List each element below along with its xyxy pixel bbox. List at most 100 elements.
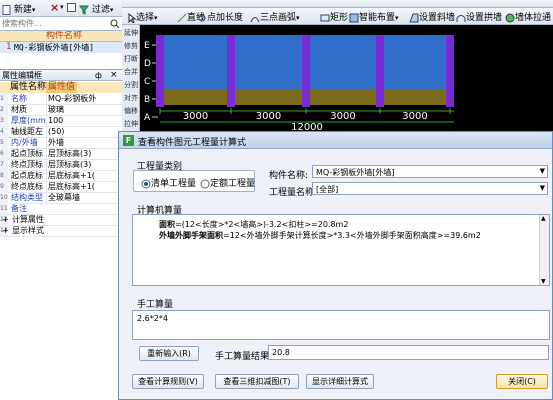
side-tools: 延伸修剪打断合并分割对齐偏移拉伸 <box>122 25 140 131</box>
property-row-number: 9 <box>0 181 8 192</box>
property-row-number: 10 <box>0 192 8 203</box>
property-name: 结构类型 <box>11 193 43 202</box>
property-value[interactable]: 层顶标高(3) <box>46 159 124 170</box>
select-button[interactable]: 选择▾ <box>128 10 158 23</box>
property-value[interactable]: 层底标高+1( <box>46 170 124 181</box>
wall-attr-button[interactable]: 墙体拉通 <box>505 10 551 23</box>
list-item[interactable]: 1 MQ-彩钢板外墙[外墙] <box>0 42 122 53</box>
axis-label: A <box>144 113 151 123</box>
property-value[interactable]: 层顶标高(3) <box>46 148 124 159</box>
column <box>156 35 164 107</box>
point-length-button[interactable]: 点加长度 <box>197 10 243 23</box>
qty-name-select[interactable]: [全部] ▼ <box>312 182 548 195</box>
property-name: 厚度(mm <box>11 116 46 125</box>
line-icon <box>177 13 187 22</box>
show-detail-button[interactable]: 显示详细计算式 <box>306 374 374 389</box>
pin-icon[interactable]: ф <box>95 70 102 81</box>
radio-quota-qty-label: 定额工程量 <box>210 179 256 189</box>
property-name: 起点顶标 <box>11 149 43 158</box>
side-tool-4[interactable]: 分割 <box>124 81 138 90</box>
component-list: 构件名称 1 MQ-彩钢板外墙[外墙] <box>0 31 122 69</box>
arc-button[interactable]: 三点画弧▾ <box>250 10 300 23</box>
close-button[interactable]: 关闭(C) <box>496 374 548 389</box>
search-icon[interactable] <box>110 19 120 29</box>
property-table: 1 名称 MQ-彩钢板外 2 材质 玻璃 3 厚度(mm 100 4 轴线距左 (50) 5 内/外墙 外墙… <box>0 93 122 243</box>
delete-icon[interactable]: × <box>50 1 59 14</box>
radio-quota-qty[interactable]: 定额工程量 <box>200 176 255 189</box>
column <box>227 35 235 107</box>
column <box>302 35 310 107</box>
wall-attr-label: 墙体拉通 <box>515 13 552 23</box>
property-name: 内/外墙 <box>11 138 38 147</box>
axis-label: D <box>144 59 151 69</box>
side-tool-2[interactable]: 打断 <box>124 55 138 64</box>
side-tool-0[interactable]: 延伸 <box>124 29 138 38</box>
property-row[interactable]: 13 显示样式 + <box>0 225 122 237</box>
side-tool-1[interactable]: 修剪 <box>124 42 138 51</box>
radio-list-qty[interactable]: 清单工程量 <box>141 176 196 189</box>
property-value[interactable]: (50) <box>46 126 124 137</box>
calc-box[interactable]: 面积=(12<长度>*2<墙高>)-3.2<扣柱>=20.8m2 外墙外脚手架面… <box>132 214 550 286</box>
smart-layout-button[interactable]: 智能布置▾ <box>349 10 399 23</box>
manual-input[interactable]: 2.6*2*4 <box>132 310 550 340</box>
search-bar <box>0 17 122 31</box>
arch-wall-label: 设置拱墙 <box>466 13 503 23</box>
component-name-select[interactable]: MQ-彩钢板外墙[外墙] ▼ <box>312 165 548 178</box>
arc-icon <box>250 16 260 22</box>
drawing-canvas[interactable]: EDCBA 3000 3000 3000 3000 12000 <box>140 25 553 131</box>
smart-layout-icon <box>349 13 359 22</box>
chevron-down-icon: ▼ <box>539 167 545 175</box>
expand-icon[interactable]: + <box>2 214 9 225</box>
slope-wall-button[interactable]: 设置斜墙 <box>409 10 455 23</box>
rect-button[interactable]: 矩形 <box>320 10 348 23</box>
app-icon: F <box>123 135 134 146</box>
component-list-header: 构件名称 <box>46 31 83 41</box>
property-value[interactable]: 玻璃 <box>46 104 124 115</box>
filter-icon <box>79 5 89 15</box>
axis-label: E <box>144 41 150 51</box>
left-toolbar: 新建▾ × ▾ 过滤▾ <box>0 0 122 17</box>
side-tool-3[interactable]: 合并 <box>124 68 138 77</box>
search-input[interactable] <box>2 18 106 29</box>
axis-label: B <box>144 95 150 105</box>
property-row-number: 4 <box>0 126 8 137</box>
new-icon <box>2 4 11 15</box>
property-value[interactable]: MQ-彩钢板外 <box>46 93 124 104</box>
property-name: 计算属性 <box>12 215 44 224</box>
arc-label: 三点画弧 <box>260 13 297 23</box>
arch-wall-button[interactable]: 设置拱墙 <box>456 10 502 23</box>
property-row-number: 7 <box>0 159 8 170</box>
point-length-icon <box>198 14 206 21</box>
qty-name-value: [全部] <box>316 185 339 194</box>
dialog-title: 查看构件图元工程量计算式 <box>138 138 247 148</box>
property-value[interactable]: 层底标高+1( <box>46 181 124 192</box>
column <box>376 35 384 107</box>
property-value[interactable]: 全玻幕墙 <box>46 192 124 203</box>
new-button[interactable]: 新建▾ <box>2 2 50 15</box>
calc-line1-key: 面积 <box>159 220 175 229</box>
rect-icon <box>320 14 330 21</box>
property-name: 备注 <box>11 204 27 213</box>
draw-toolbar <box>122 0 553 8</box>
side-tool-5[interactable]: 对齐 <box>124 94 138 103</box>
close-icon[interactable]: × <box>110 70 118 81</box>
view-rules-button[interactable]: 查看计算规则(V) <box>132 374 204 389</box>
point-length-label: 点加长度 <box>207 13 244 23</box>
property-name: 终点底标 <box>11 182 43 191</box>
property-value[interactable]: 外墙 <box>46 137 124 148</box>
property-name: 显示样式 <box>12 226 44 235</box>
property-row-number: 6 <box>0 148 8 159</box>
view-3d-button[interactable]: 查看三维扣减图(T) <box>215 374 299 389</box>
expand-icon[interactable]: + <box>2 225 9 236</box>
side-tool-6[interactable]: 偏移 <box>124 107 138 116</box>
calc-line2-formula: =12<外墙外脚手架计算长度>*3.3<外墙外脚手架面积高度>=39.6m2 <box>223 231 481 240</box>
property-name: 材质 <box>11 105 27 114</box>
reinput-button[interactable]: 重新输入(R) <box>139 346 199 361</box>
property-name: 起点底标 <box>11 171 43 180</box>
new-button-label: 新建 <box>13 5 32 15</box>
property-value[interactable]: 100 <box>46 115 124 126</box>
copy-icon[interactable] <box>67 3 76 12</box>
side-tool-7[interactable]: 拉伸 <box>124 120 138 129</box>
scrollbar[interactable]: ▲ ▼ <box>539 215 549 285</box>
filter-button[interactable]: 过滤▾ <box>79 2 121 15</box>
